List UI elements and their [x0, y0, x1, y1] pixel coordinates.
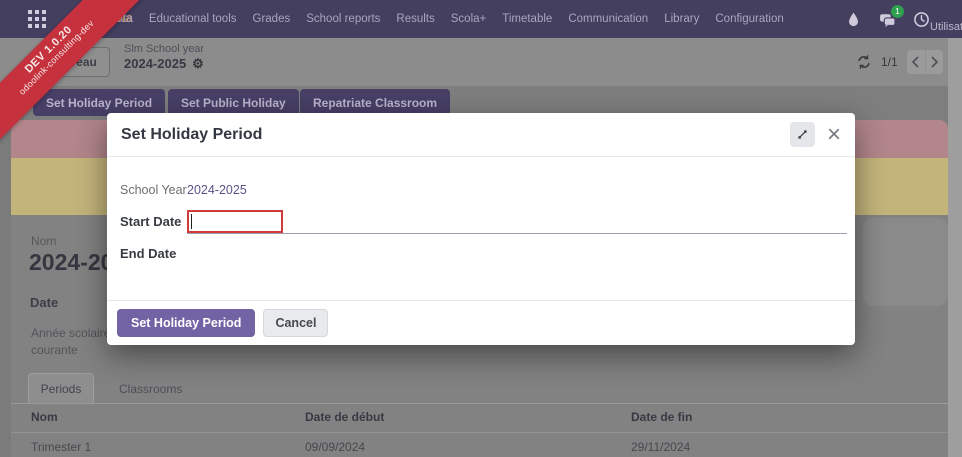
droplet-icon[interactable] — [845, 11, 862, 28]
dialog-title: Set Holiday Period — [121, 126, 790, 144]
cell-date-debut: 09/09/2024 — [305, 440, 365, 454]
pager-area: 1/1 — [856, 38, 943, 86]
set-holiday-period-button[interactable]: Set Holiday Period — [33, 89, 165, 116]
nav-item-configuration[interactable]: Configuration — [715, 13, 783, 25]
close-dialog-icon[interactable]: × — [827, 125, 841, 145]
dialog-footer: Set Holiday Period Cancel — [107, 300, 855, 345]
side-card — [863, 218, 948, 306]
new-record-button[interactable]: Nouveau — [33, 47, 110, 77]
nom-field-label: Nom — [31, 234, 56, 248]
control-panel: Nouveau Slm School year 2024-2025 ⚙ 1/1 — [0, 38, 962, 86]
cell-period-name: Trimester 1 — [31, 440, 91, 454]
nav-item-school-reports[interactable]: School reports — [306, 13, 380, 25]
confirm-set-holiday-period-button[interactable]: Set Holiday Period — [117, 309, 255, 337]
nav-item-timetable[interactable]: Timetable — [502, 13, 552, 25]
nav-item-scola-plus[interactable]: Scola+ — [451, 13, 486, 25]
annee-scolaire-label-2: courante — [31, 343, 78, 357]
repatriate-classroom-button[interactable]: Repatriate Classroom — [300, 89, 450, 116]
nav-item-results[interactable]: Results — [396, 13, 434, 25]
cancel-button[interactable]: Cancel — [263, 309, 328, 337]
dialog-header: Set Holiday Period × — [107, 113, 855, 157]
top-navbar: Scola My data Educational tools Grades S… — [0, 0, 962, 38]
tabs-divider — [11, 403, 948, 404]
user-menu[interactable]: Utilisateur — [930, 21, 962, 33]
main-menu: My data Educational tools Grades School … — [92, 0, 784, 38]
pager-previous-button[interactable] — [907, 50, 925, 74]
navbar-systray: 1 — [845, 0, 930, 38]
column-header-date-fin[interactable]: Date de fin — [631, 410, 692, 424]
text-cursor — [191, 214, 192, 229]
gear-icon[interactable]: ⚙ — [192, 57, 204, 70]
nav-item-communication[interactable]: Communication — [568, 13, 648, 25]
set-public-holiday-button[interactable]: Set Public Holiday — [168, 89, 299, 116]
apps-grid-icon[interactable] — [28, 10, 46, 28]
nav-item-educational-tools[interactable]: Educational tools — [149, 13, 237, 25]
annee-scolaire-label: Année scolaire — [31, 326, 110, 340]
messages-icon[interactable]: 1 — [879, 11, 896, 28]
cell-date-fin: 29/11/2024 — [631, 440, 690, 454]
school-year-value-link[interactable]: 2024-2025 — [187, 183, 247, 197]
start-date-label: Start Date — [120, 214, 181, 229]
app-window: Scola My data Educational tools Grades S… — [0, 0, 962, 457]
breadcrumb-current: 2024-2025 — [124, 56, 186, 71]
tab-classrooms[interactable]: Classrooms — [107, 373, 194, 404]
pager-next-button[interactable] — [925, 50, 943, 74]
nav-item-library[interactable]: Library — [664, 13, 699, 25]
set-holiday-period-dialog: Set Holiday Period × School Year 2024-20… — [107, 113, 855, 345]
vertical-scrollbar[interactable] — [948, 38, 962, 457]
breadcrumb-parent[interactable]: Slm School year — [124, 43, 204, 55]
date-field-label: Date — [30, 295, 58, 310]
nav-item-my-data[interactable]: My data — [92, 13, 133, 25]
messages-badge: 1 — [891, 5, 904, 18]
refresh-icon[interactable] — [856, 54, 872, 70]
breadcrumb: Slm School year 2024-2025 ⚙ — [124, 43, 204, 71]
tab-periods[interactable]: Periods — [28, 373, 94, 404]
pager-count: 1/1 — [881, 55, 898, 69]
table-header-divider — [11, 432, 948, 433]
column-header-nom[interactable]: Nom — [31, 410, 58, 424]
activities-clock-icon[interactable] — [913, 11, 930, 28]
school-year-label: School Year — [120, 183, 187, 197]
nav-item-grades[interactable]: Grades — [253, 13, 291, 25]
column-header-date-debut[interactable]: Date de début — [305, 410, 384, 424]
start-date-field-underline — [187, 233, 847, 234]
expand-dialog-button[interactable] — [790, 122, 815, 147]
end-date-label: End Date — [120, 246, 176, 261]
start-date-input[interactable] — [187, 210, 283, 233]
